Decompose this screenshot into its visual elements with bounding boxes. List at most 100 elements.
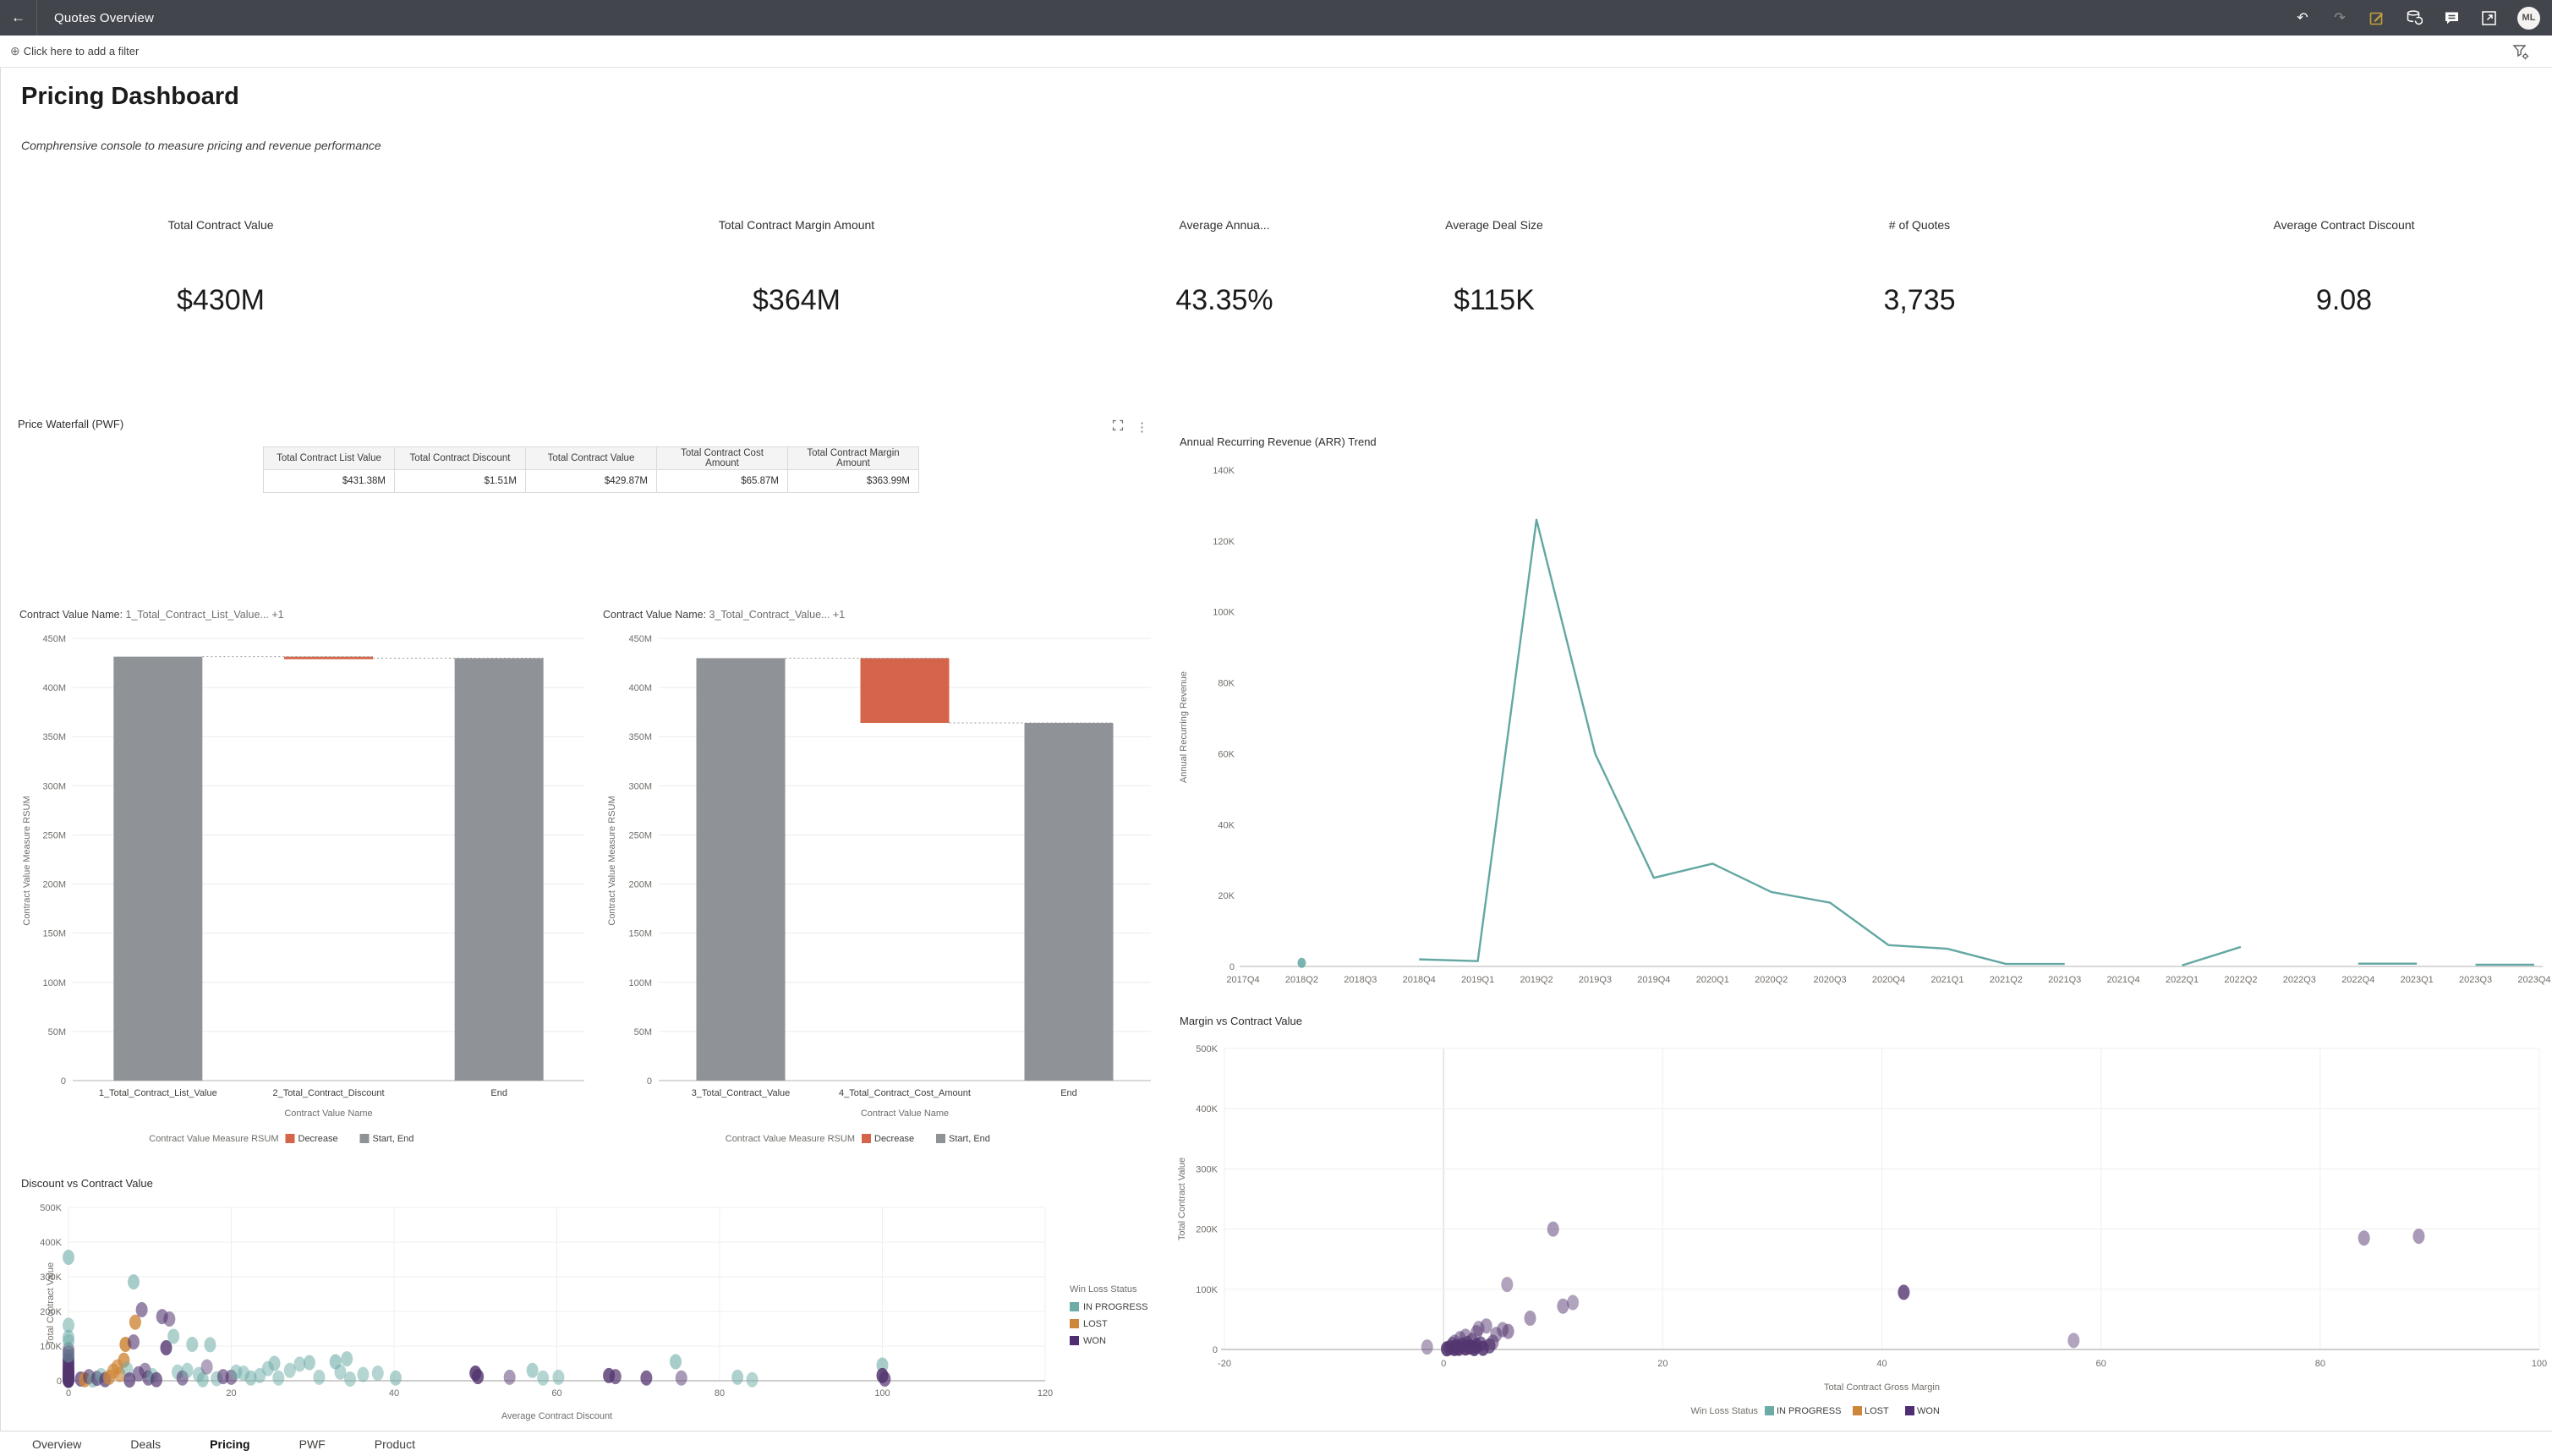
user-avatar[interactable]: ML bbox=[2517, 7, 2540, 30]
dashboard-title: Quotes Overview bbox=[54, 11, 154, 25]
svg-text:20K: 20K bbox=[1218, 891, 1235, 901]
chart-subtitle: Contract Value Name: 3_Total_Contract_Va… bbox=[603, 609, 845, 621]
svg-text:120: 120 bbox=[1038, 1388, 1053, 1399]
svg-text:End: End bbox=[490, 1088, 507, 1098]
svg-text:WON: WON bbox=[1917, 1406, 1940, 1416]
redo-icon[interactable]: ↷ bbox=[2331, 9, 2348, 26]
table-row[interactable]: $431.38M $1.51M $429.87M $65.87M $363.99… bbox=[264, 470, 919, 493]
tab-overview[interactable]: Overview bbox=[32, 1437, 81, 1451]
svg-text:80: 80 bbox=[715, 1388, 725, 1399]
comment-icon[interactable] bbox=[2443, 9, 2460, 26]
kpi-average-deal-size[interactable]: Average Deal Size $115K bbox=[1342, 218, 1646, 317]
arr-trend-chart[interactable]: Annual Recurring Revenue (ARR) Trend 020… bbox=[1176, 435, 2552, 1010]
pwf-col-header: Total Contract Value bbox=[526, 447, 657, 470]
svg-text:0: 0 bbox=[66, 1388, 71, 1399]
waterfall-chart-contract-list-value[interactable]: Contract Value Name: 1_Total_Contract_Li… bbox=[18, 607, 601, 1169]
margin-vs-contract-value-chart[interactable]: Margin vs Contract Value -20020406080100… bbox=[1176, 1015, 2552, 1426]
chart-title: Margin vs Contract Value bbox=[1180, 1015, 1302, 1027]
page-tab-bar: Overview Deals Pricing PWF Product bbox=[0, 1431, 2552, 1456]
pwf-cell: $1.51M bbox=[395, 470, 526, 493]
svg-text:Total Contract Value: Total Contract Value bbox=[46, 1262, 56, 1345]
pwf-col-header: Total Contract Cost Amount bbox=[657, 447, 788, 470]
page-title: Pricing Dashboard bbox=[21, 83, 239, 111]
circle-plus-icon: ⊕ bbox=[10, 44, 20, 58]
svg-text:WON: WON bbox=[1083, 1336, 1106, 1346]
chart-subtitle: Contract Value Name: 1_Total_Contract_Li… bbox=[19, 609, 284, 621]
tab-deals[interactable]: Deals bbox=[130, 1437, 161, 1451]
svg-text:450M: 450M bbox=[628, 634, 652, 644]
waterfall-bars bbox=[697, 658, 1114, 1081]
pwf-table[interactable]: Total Contract List Value Total Contract… bbox=[263, 446, 919, 493]
margin-scatter-svg: -200204060801000100K200K300K400K500KTota… bbox=[1176, 1015, 2552, 1426]
svg-text:400M: 400M bbox=[42, 683, 66, 693]
expand-icon[interactable] bbox=[1112, 419, 1124, 435]
svg-text:Win Loss Status: Win Loss Status bbox=[1691, 1406, 1759, 1416]
kpi-average-contract-discount[interactable]: Average Contract Discount 9.08 bbox=[2192, 218, 2496, 317]
discount-scatter-svg: 0204060801001200100K200K300K400K500KAver… bbox=[18, 1177, 1180, 1434]
kpi-number-of-quotes[interactable]: # of Quotes 3,735 bbox=[1767, 218, 2072, 317]
kebab-menu-icon[interactable]: ⋮ bbox=[1136, 421, 1148, 434]
discount-vs-contract-value-chart[interactable]: Discount vs Contract Value 0204060801001… bbox=[18, 1177, 1180, 1434]
svg-text:2022Q3: 2022Q3 bbox=[2283, 975, 2316, 985]
svg-text:2019Q3: 2019Q3 bbox=[1579, 975, 1612, 985]
svg-text:Contract Value Measure RSUM: Contract Value Measure RSUM bbox=[22, 796, 32, 925]
svg-text:2019Q1: 2019Q1 bbox=[1461, 975, 1494, 985]
tab-pricing[interactable]: Pricing bbox=[210, 1437, 249, 1451]
open-in-new-icon[interactable] bbox=[2480, 9, 2497, 26]
dataset-refresh-icon[interactable] bbox=[2406, 9, 2423, 26]
svg-text:0: 0 bbox=[647, 1076, 652, 1087]
svg-text:200M: 200M bbox=[42, 880, 66, 890]
svg-text:100M: 100M bbox=[42, 978, 66, 988]
svg-text:2018Q4: 2018Q4 bbox=[1403, 975, 1436, 985]
svg-text:2022Q1: 2022Q1 bbox=[2166, 975, 2199, 985]
svg-text:LOST: LOST bbox=[1865, 1406, 1889, 1416]
svg-text:40: 40 bbox=[1876, 1359, 1887, 1369]
pricing-dashboard-app: ← Quotes Overview ↶ ↷ ML ⊕ Click here to… bbox=[0, 0, 2552, 1456]
svg-text:LOST: LOST bbox=[1083, 1319, 1108, 1329]
svg-text:Start, End: Start, End bbox=[373, 1134, 414, 1144]
waterfall-chart-contract-cost[interactable]: Contract Value Name: 3_Total_Contract_Va… bbox=[601, 607, 1164, 1169]
svg-text:Total Contract Gross Margin: Total Contract Gross Margin bbox=[1824, 1382, 1940, 1393]
filter-settings-icon[interactable] bbox=[2511, 42, 2530, 65]
pwf-col-header: Total Contract Discount bbox=[395, 447, 526, 470]
svg-text:IN PROGRESS: IN PROGRESS bbox=[1083, 1302, 1147, 1312]
undo-icon[interactable]: ↶ bbox=[2294, 9, 2311, 26]
chart-title: Discount vs Contract Value bbox=[21, 1177, 153, 1190]
pwf-col-header: Total Contract List Value bbox=[264, 447, 395, 470]
add-filter-button[interactable]: ⊕ Click here to add a filter bbox=[10, 44, 139, 58]
kpi-total-contract-value[interactable]: Total Contract Value $430M bbox=[68, 218, 373, 317]
svg-text:2018Q3: 2018Q3 bbox=[1344, 975, 1377, 985]
svg-text:120K: 120K bbox=[1213, 537, 1235, 547]
svg-text:2019Q2: 2019Q2 bbox=[1520, 975, 1553, 985]
svg-text:100: 100 bbox=[874, 1388, 890, 1399]
svg-text:400M: 400M bbox=[628, 683, 652, 693]
waterfall1-svg: 050M100M150M200M250M300M350M400M450M1_To… bbox=[18, 607, 601, 1169]
kpi-average-annual[interactable]: Average Annua... 43.35% bbox=[1072, 218, 1377, 317]
svg-text:500K: 500K bbox=[40, 1203, 62, 1213]
tab-pwf[interactable]: PWF bbox=[299, 1437, 326, 1451]
svg-text:100K: 100K bbox=[1196, 1285, 1218, 1295]
svg-text:0: 0 bbox=[1213, 1345, 1218, 1355]
svg-text:0: 0 bbox=[61, 1076, 66, 1087]
edit-icon[interactable] bbox=[2369, 9, 2385, 26]
svg-text:2020Q2: 2020Q2 bbox=[1755, 975, 1788, 985]
svg-text:350M: 350M bbox=[628, 732, 652, 742]
filter-bar: ⊕ Click here to add a filter bbox=[0, 36, 2552, 68]
back-button[interactable]: ← bbox=[0, 0, 37, 36]
svg-text:2021Q2: 2021Q2 bbox=[1990, 975, 2023, 985]
svg-text:Contract Value Measure RSUM: Contract Value Measure RSUM bbox=[726, 1134, 855, 1144]
svg-text:2020Q1: 2020Q1 bbox=[1696, 975, 1729, 985]
svg-text:2023Q3: 2023Q3 bbox=[2459, 975, 2492, 985]
svg-text:250M: 250M bbox=[628, 830, 652, 840]
svg-text:60: 60 bbox=[551, 1388, 561, 1399]
tab-product[interactable]: Product bbox=[375, 1437, 415, 1451]
svg-text:0: 0 bbox=[1229, 962, 1235, 972]
kpi-total-contract-margin[interactable]: Total Contract Margin Amount $364M bbox=[644, 218, 949, 317]
svg-text:2019Q4: 2019Q4 bbox=[1637, 975, 1670, 985]
svg-text:0: 0 bbox=[1441, 1359, 1446, 1369]
arr-svg: 020K40K60K80K100K120K140K2017Q42018Q2201… bbox=[1176, 435, 2552, 1010]
scatter-points bbox=[63, 1250, 890, 1388]
svg-text:140K: 140K bbox=[1213, 466, 1235, 476]
page-subtitle: Comphrensive console to measure pricing … bbox=[21, 139, 381, 152]
svg-text:200K: 200K bbox=[1196, 1225, 1218, 1235]
